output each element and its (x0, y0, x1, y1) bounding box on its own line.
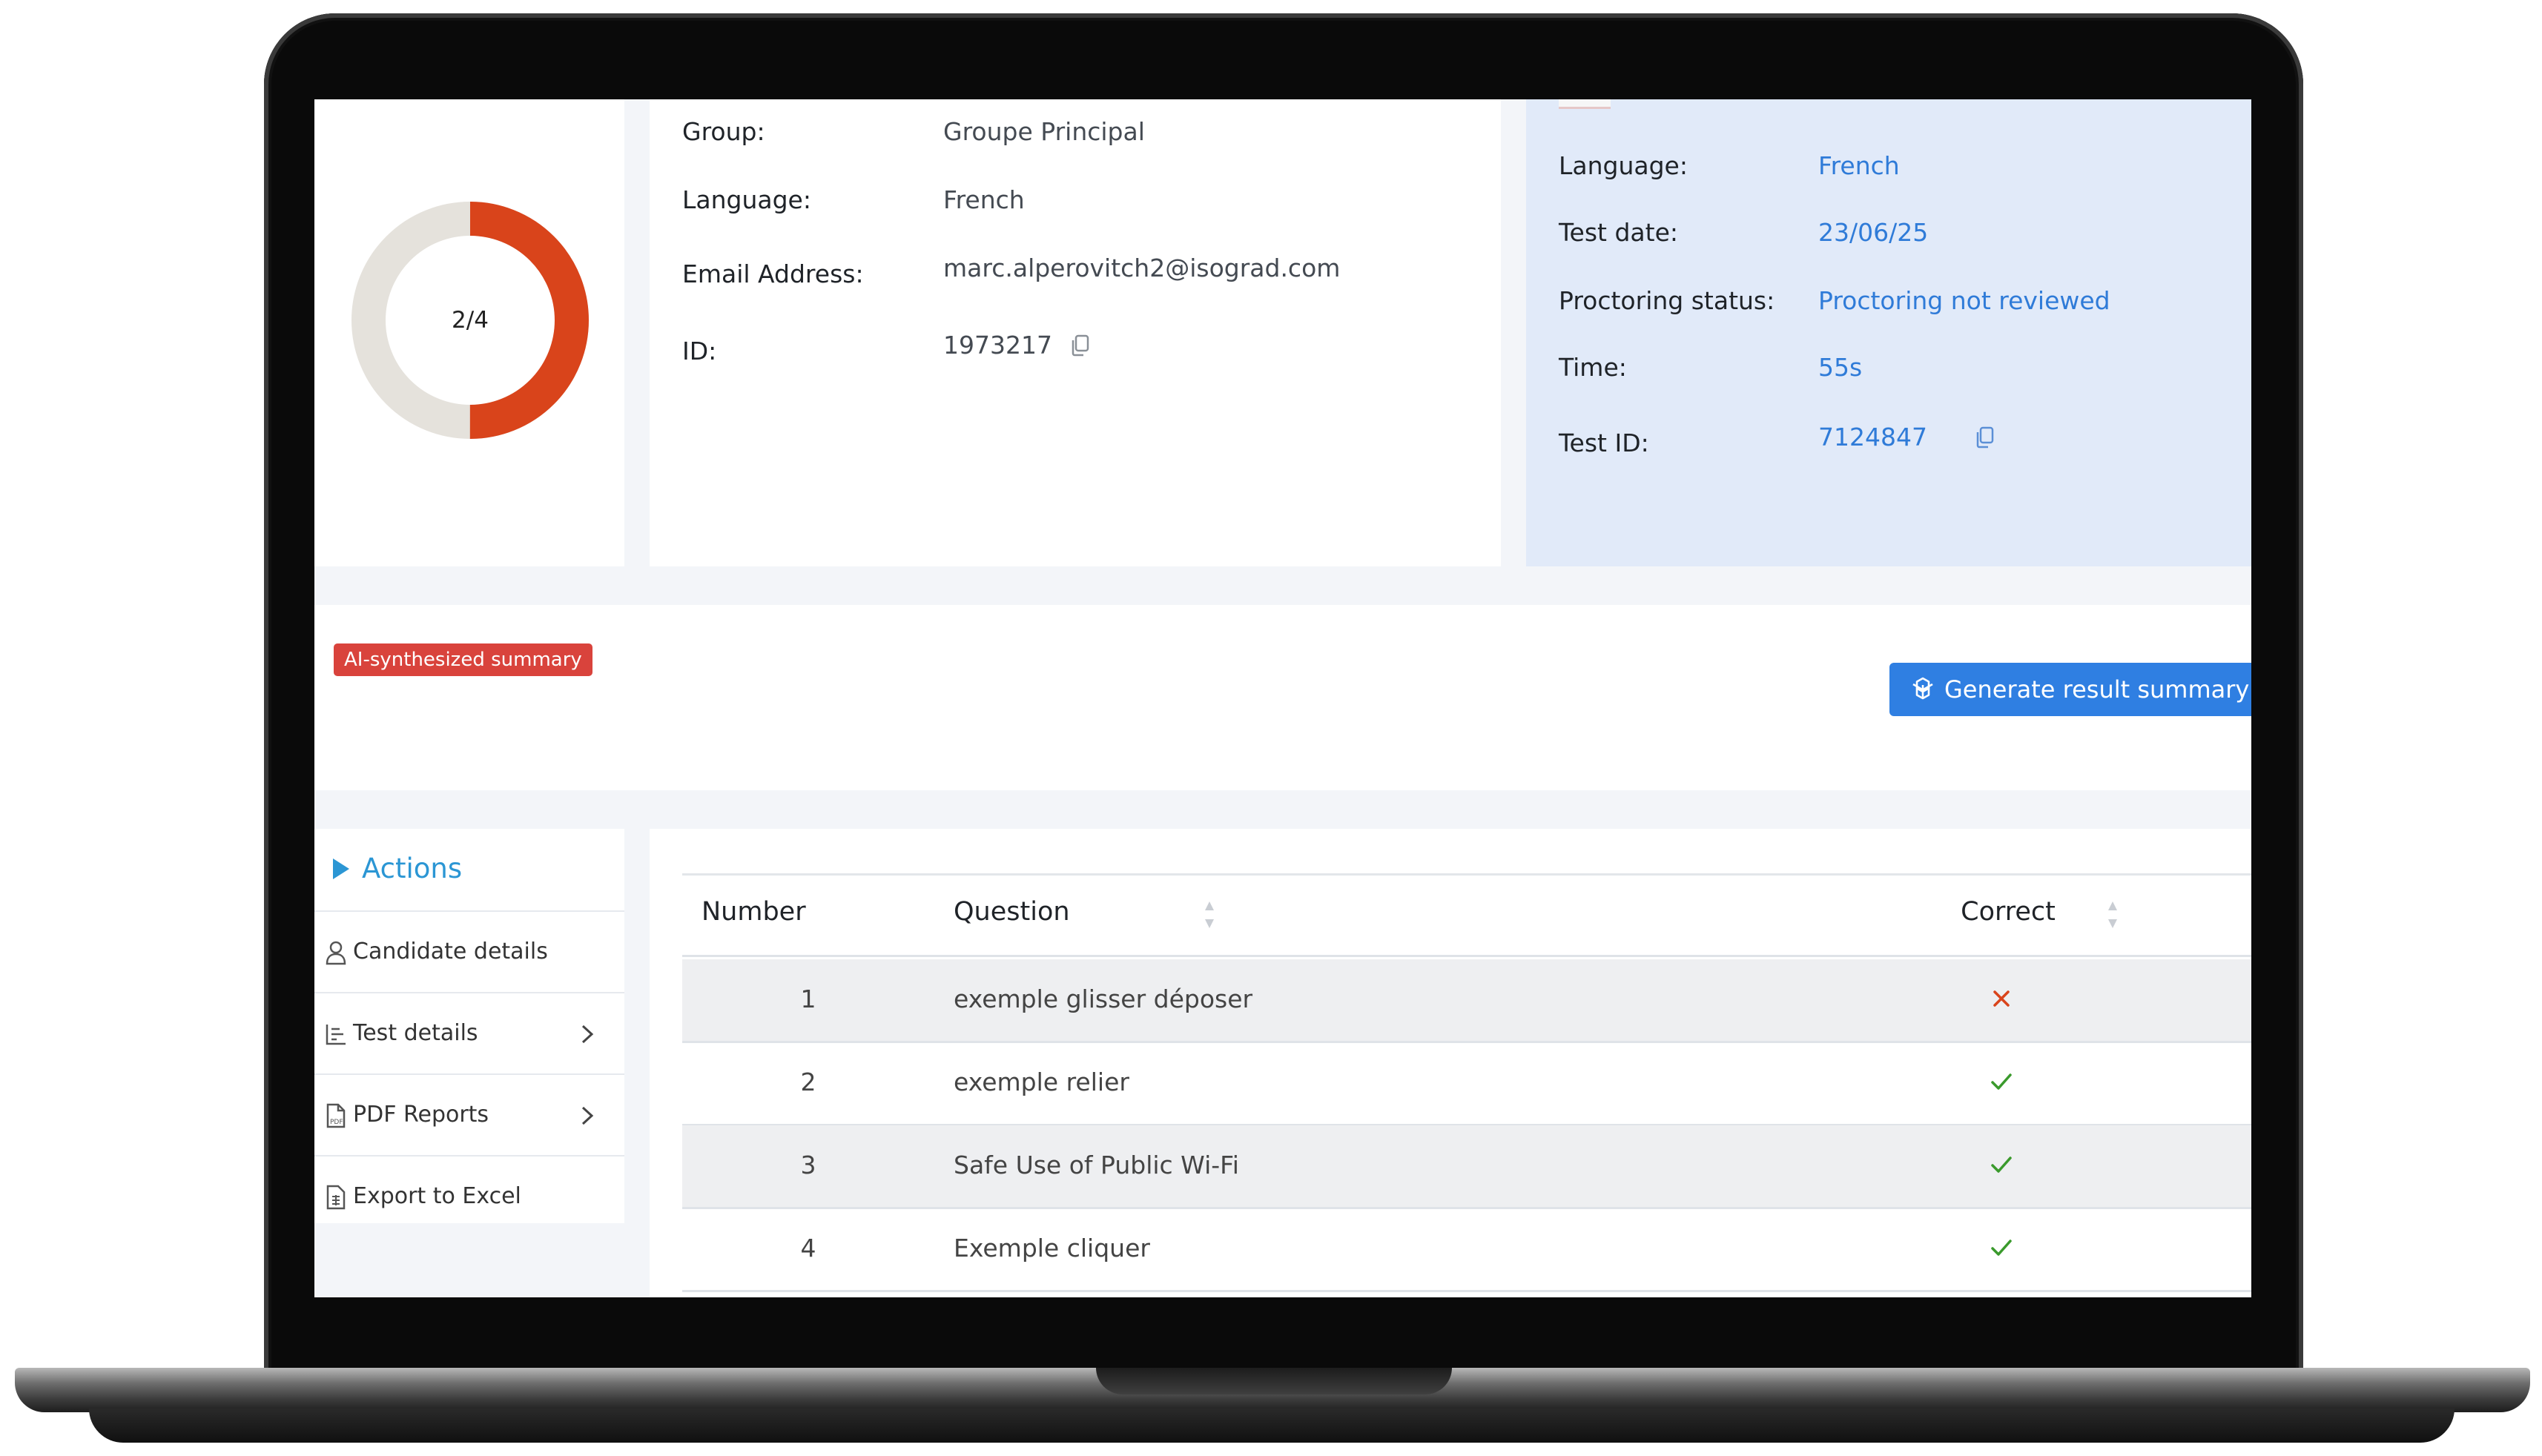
excel-icon (326, 1185, 346, 1210)
group-value: Groupe Principal (943, 117, 1145, 146)
action-label: Export to Excel (353, 1183, 521, 1209)
proctoring-value[interactable]: Proctoring not reviewed (1818, 286, 2110, 315)
user-icon (326, 941, 346, 965)
test-date-value: 23/06/25 (1818, 218, 1929, 247)
test-language-label: Language: (1559, 151, 1688, 180)
generate-summary-label: Generate result summary w (1944, 675, 2251, 704)
row-number: 1 (800, 985, 816, 1013)
laptop-notch (1096, 1368, 1452, 1394)
row-question: Exemple cliquer (954, 1234, 1150, 1263)
row-question: Safe Use of Public Wi-Fi (954, 1151, 1239, 1179)
actions-panel: Actions Candidate details Test details P… (314, 829, 624, 1223)
test-date-label: Test date: (1559, 218, 1679, 247)
email-value: marc.alperovitch2@isograd.com (943, 254, 1341, 282)
action-candidate-details[interactable]: Candidate details (314, 910, 624, 993)
svg-text:PDF: PDF (330, 1119, 343, 1126)
row-number: 2 (800, 1068, 816, 1096)
pdf-icon: PDF (326, 1103, 346, 1128)
score-text: 2/4 (452, 307, 489, 334)
id-value: 1973217 (943, 331, 1052, 360)
action-test-details[interactable]: Test details (314, 992, 624, 1075)
language-value: French (943, 185, 1025, 214)
test-id-value: 7124847 (1818, 423, 1927, 451)
row-number: 3 (800, 1151, 816, 1179)
table-header-border (682, 955, 2251, 957)
email-label: Email Address: (682, 259, 864, 288)
check-icon (1991, 1156, 2012, 1173)
time-value: 55s (1818, 353, 1863, 382)
action-pdf-reports[interactable]: PDF PDF Reports (314, 1073, 624, 1156)
header-question[interactable]: Question (954, 897, 1070, 927)
check-icon (1991, 1073, 2012, 1090)
table-row[interactable]: 2 exemple relier (682, 1042, 2251, 1126)
action-export-excel[interactable]: Export to Excel (314, 1155, 624, 1238)
header-number[interactable]: Number (701, 897, 806, 927)
time-label: Time: (1559, 353, 1627, 382)
sort-icon[interactable] (1203, 899, 1216, 931)
id-label: ID: (682, 337, 717, 365)
language-label: Language: (682, 185, 811, 214)
generate-summary-button[interactable]: Generate result summary w (1889, 663, 2251, 716)
ai-summary-badge: AI-synthesized summary (334, 643, 592, 676)
table-row[interactable]: 3 Safe Use of Public Wi-Fi (682, 1125, 2251, 1209)
candidate-info-card: Group: Groupe Principal Language: French… (650, 99, 1686, 566)
check-icon (1991, 1240, 2012, 1256)
action-label: Test details (353, 1020, 478, 1046)
header-correct[interactable]: Correct (1941, 897, 2075, 927)
table-row[interactable]: 1 exemple glisser déposer (682, 959, 2251, 1043)
row-number: 4 (800, 1234, 816, 1263)
copy-test-id-icon[interactable] (1974, 426, 1996, 449)
group-label: Group: (682, 117, 765, 146)
triangle-right-icon (333, 858, 349, 879)
openai-icon (1912, 677, 1933, 700)
flag-icon (1559, 99, 1611, 109)
test-language-value: French (1818, 151, 1900, 180)
proctoring-label: Proctoring status: (1559, 286, 1775, 315)
row-question: exemple relier (954, 1068, 1129, 1096)
cross-icon (1993, 990, 2010, 1007)
app-screen: 2/4 Group: Groupe Principal Language: Fr… (314, 99, 2251, 1297)
table-top-border (682, 873, 2251, 876)
chart-icon (326, 1025, 346, 1045)
table-row[interactable]: 4 Exemple cliquer (682, 1208, 2251, 1292)
chevron-right-icon (581, 1106, 594, 1125)
test-info-card: Language: French Test date: 23/06/25 Pro… (1526, 99, 2251, 566)
sort-icon[interactable] (2106, 899, 2119, 931)
action-label: PDF Reports (353, 1102, 489, 1128)
score-card: 2/4 (314, 99, 624, 566)
action-label: Candidate details (353, 939, 548, 964)
chevron-right-icon (581, 1025, 594, 1044)
row-question: exemple glisser déposer (954, 985, 1253, 1013)
test-id-label: Test ID: (1559, 428, 1649, 457)
copy-id-icon[interactable] (1069, 334, 1092, 357)
actions-title: Actions (362, 853, 463, 884)
laptop-base-bottom (89, 1409, 2454, 1443)
